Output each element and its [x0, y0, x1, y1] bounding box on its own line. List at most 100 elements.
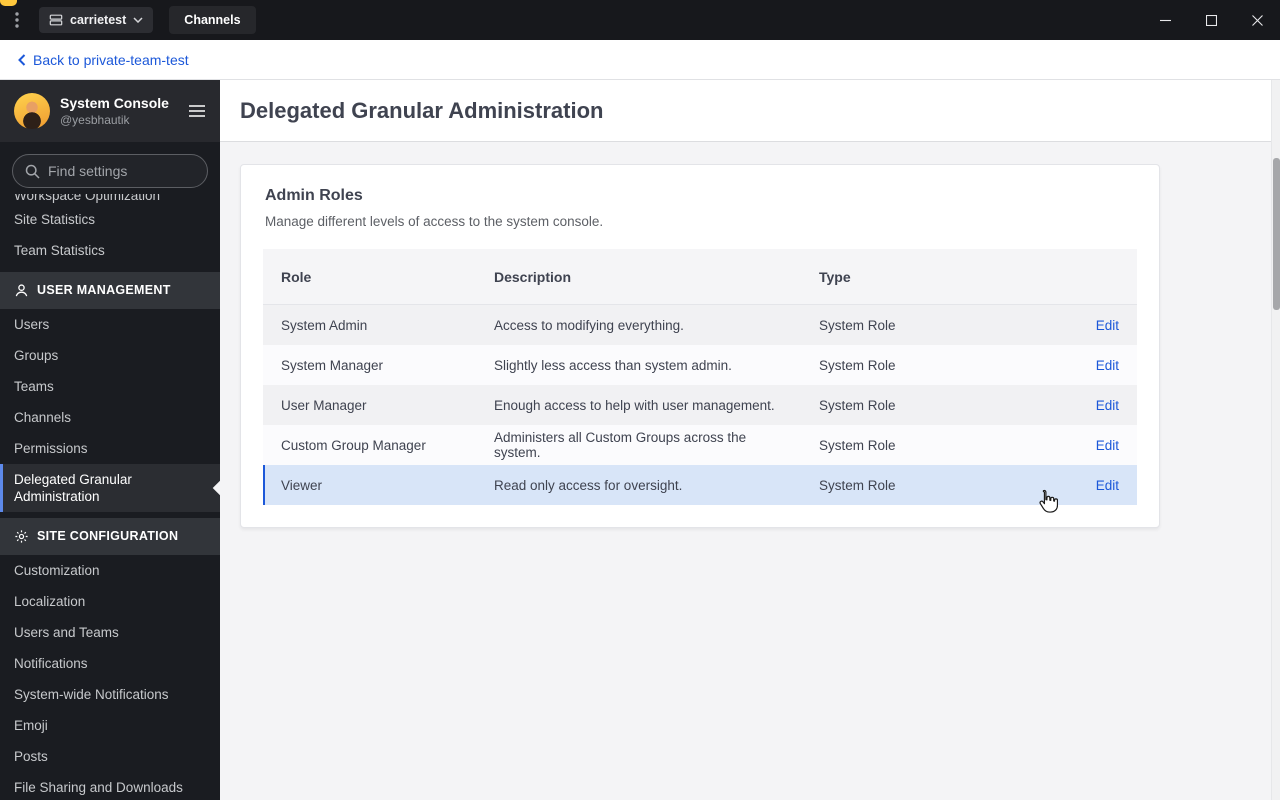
sidebar-item-channels[interactable]: Channels [0, 402, 220, 433]
backbar: Back to private-team-test [0, 40, 1280, 80]
role-description: Access to modifying everything. [494, 317, 684, 333]
sidebar-item-users[interactable]: Users [0, 309, 220, 340]
sidebar-section-user-management: USER MANAGEMENT [0, 272, 220, 309]
role-actions: Edit [1021, 425, 1137, 465]
sidebar-username: @yesbhautik [60, 113, 130, 127]
scrollbar-track[interactable] [1271, 80, 1280, 800]
admin-roles-card: Admin Roles Manage different levels of a… [240, 164, 1160, 528]
role-actions: Edit [1021, 385, 1137, 425]
role-row-system-manager: System Manager Slightly less access than … [263, 345, 1137, 385]
role-row-custom-group-manager: Custom Group Manager Administers all Cust… [263, 425, 1137, 465]
search-icon [25, 164, 40, 179]
sidebar-item-users-and-teams[interactable]: Users and Teams [0, 617, 220, 648]
edit-link-system-manager[interactable]: Edit [1096, 358, 1119, 373]
role-type: System Role [819, 357, 896, 373]
sidebar-item-label: Workspace Optimization [14, 194, 161, 203]
sidebar-item-customization[interactable]: Customization [0, 555, 220, 586]
sidebar-item-team-statistics[interactable]: Team Statistics [0, 235, 220, 266]
section-label: SITE CONFIGURATION [37, 529, 179, 543]
role-name: System Manager [281, 357, 384, 373]
role-name: User Manager [281, 397, 367, 413]
sidebar-item-label: Delegated Granular Administration [14, 472, 132, 504]
role-description: Administers all Custom Groups across the… [494, 430, 747, 460]
page-header: Delegated Granular Administration [220, 80, 1280, 142]
main-area: Delegated Granular Administration Admin … [220, 80, 1280, 800]
role-actions: Edit [1021, 305, 1137, 345]
edit-link-system-admin[interactable]: Edit [1096, 318, 1119, 333]
role-type: System Role [819, 397, 896, 413]
role-type: System Role [819, 437, 896, 453]
card-title: Admin Roles [265, 187, 363, 204]
sidebar-item-permissions[interactable]: Permissions [0, 433, 220, 464]
tab-channels[interactable]: Channels [169, 6, 256, 34]
back-link[interactable]: Back to private-team-test [18, 52, 189, 68]
sidebar-search-wrap [0, 142, 220, 194]
sidebar-item-localization[interactable]: Localization [0, 586, 220, 617]
sidebar-item-label: Teams [14, 379, 54, 394]
sidebar: System Console @yesbhautik Workspace Opt… [0, 80, 229, 800]
sidebar-item-notifications[interactable]: Notifications [0, 648, 220, 679]
sidebar-item-label: Emoji [14, 718, 48, 733]
role-type: System Role [819, 317, 896, 333]
sidebar-item-label: Permissions [14, 441, 88, 456]
server-name: carrietest [70, 13, 127, 27]
roles-table-header: Role Description Type [263, 249, 1137, 305]
emoji-sliver [0, 0, 17, 6]
roles-table-body: System Admin Access to modifying everythi… [263, 305, 1137, 505]
role-description: Read only access for oversight. [494, 477, 683, 493]
search-box[interactable] [12, 154, 208, 188]
sidebar-item-label: Posts [14, 749, 48, 764]
sidebar-item-label: Channels [14, 410, 72, 425]
sidebar-item-delegated-granular-administration[interactable]: Delegated Granular Administration [0, 464, 229, 512]
sidebar-item-label: File Sharing and Downloads [14, 780, 183, 795]
close-button[interactable] [1234, 0, 1280, 40]
search-input[interactable] [48, 163, 195, 179]
page-title: Delegated Granular Administration [240, 97, 604, 123]
sidebar-item-site-statistics[interactable]: Site Statistics [0, 204, 220, 235]
sidebar-nav: Workspace Optimization Site Statistics Tea… [0, 194, 229, 800]
role-name: System Admin [281, 317, 368, 333]
menu-icon[interactable] [188, 104, 206, 118]
gear-icon [14, 529, 29, 544]
sidebar-item-emoji[interactable]: Emoji [0, 710, 220, 741]
column-header-role: Role [281, 268, 312, 285]
sidebar-item-label: Customization [14, 563, 100, 578]
edit-link-user-manager[interactable]: Edit [1096, 398, 1119, 413]
sidebar-item-system-wide-notifications[interactable]: System-wide Notifications [0, 679, 220, 710]
role-name: Viewer [281, 477, 323, 493]
card-head: Admin Roles Manage different levels of a… [241, 165, 1159, 249]
avatar [14, 93, 50, 129]
role-name: Custom Group Manager [281, 437, 426, 453]
roles-table: Role Description Type System Admin Access t… [263, 249, 1137, 505]
edit-link-viewer[interactable]: Edit [1096, 478, 1119, 493]
vertical-dots-icon[interactable] [15, 12, 19, 28]
tab-channels-label: Channels [184, 13, 241, 27]
back-chevron-icon [18, 53, 26, 66]
server-selector[interactable]: carrietest [39, 7, 154, 33]
titlebar: carrietest Channels [0, 0, 1280, 40]
content-area: Admin Roles Manage different levels of a… [220, 142, 1280, 800]
card-subtitle: Manage different levels of access to the… [265, 214, 604, 229]
sidebar-item-label: Groups [14, 348, 59, 363]
minimize-button[interactable] [1142, 0, 1188, 40]
sidebar-title: System Console [60, 95, 169, 111]
sidebar-section-site-configuration: SITE CONFIGURATION [0, 518, 220, 555]
role-actions: Edit [1021, 345, 1137, 385]
sidebar-item-workspace-optimization[interactable]: Workspace Optimization [0, 194, 220, 204]
section-label: USER MANAGEMENT [37, 283, 171, 297]
sidebar-item-posts[interactable]: Posts [0, 741, 220, 772]
sidebar-item-label: Localization [14, 594, 86, 609]
server-icon [49, 13, 63, 27]
role-row-viewer: Viewer Read only access for oversight. Sys… [263, 465, 1137, 505]
sidebar-item-groups[interactable]: Groups [0, 340, 220, 371]
sidebar-item-file-sharing-and-downloads[interactable]: File Sharing and Downloads [0, 772, 220, 800]
edit-link-custom-group-manager[interactable]: Edit [1096, 438, 1119, 453]
sidebar-item-teams[interactable]: Teams [0, 371, 220, 402]
role-row-user-manager: User Manager Enough access to help with u… [263, 385, 1137, 425]
sidebar-header: System Console @yesbhautik [0, 80, 220, 142]
sidebar-item-label: Site Statistics [14, 212, 96, 227]
scrollbar-thumb[interactable] [1273, 158, 1280, 310]
column-header-actions [1021, 249, 1137, 304]
column-header-type: Type [819, 268, 851, 285]
maximize-button[interactable] [1188, 0, 1234, 40]
